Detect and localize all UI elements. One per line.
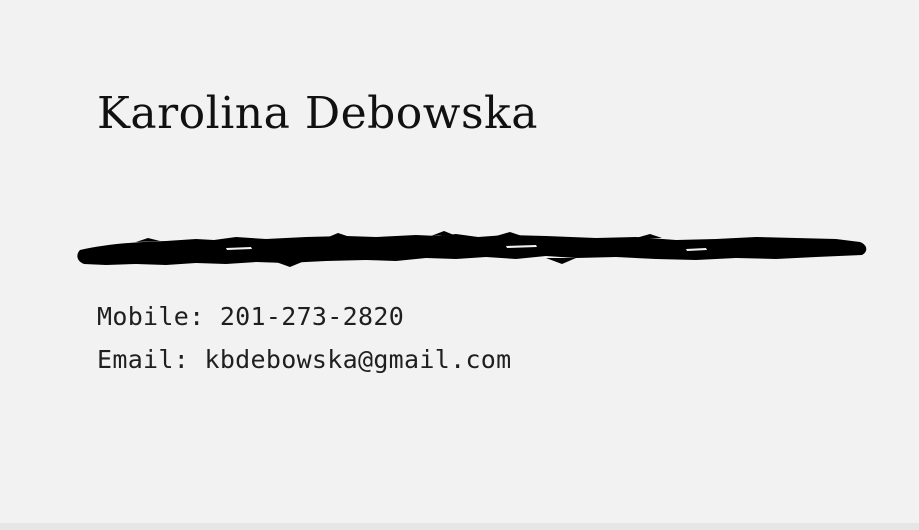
business-card: Karolina Debowska Mobile: 201-273-2820 E…	[0, 0, 919, 523]
email-line: Email: kbdebowska@gmail.com	[97, 345, 512, 374]
email-value[interactable]: kbdebowska@gmail.com	[204, 345, 511, 374]
mobile-value: 201-273-2820	[219, 302, 405, 331]
card-name: Karolina Debowska	[97, 88, 538, 139]
mobile-line: Mobile: 201-273-2820	[97, 302, 404, 331]
bottom-divider	[0, 523, 919, 530]
mobile-label: Mobile:	[97, 302, 205, 331]
email-label: Email:	[97, 345, 190, 374]
brush-stroke-divider	[77, 231, 867, 267]
